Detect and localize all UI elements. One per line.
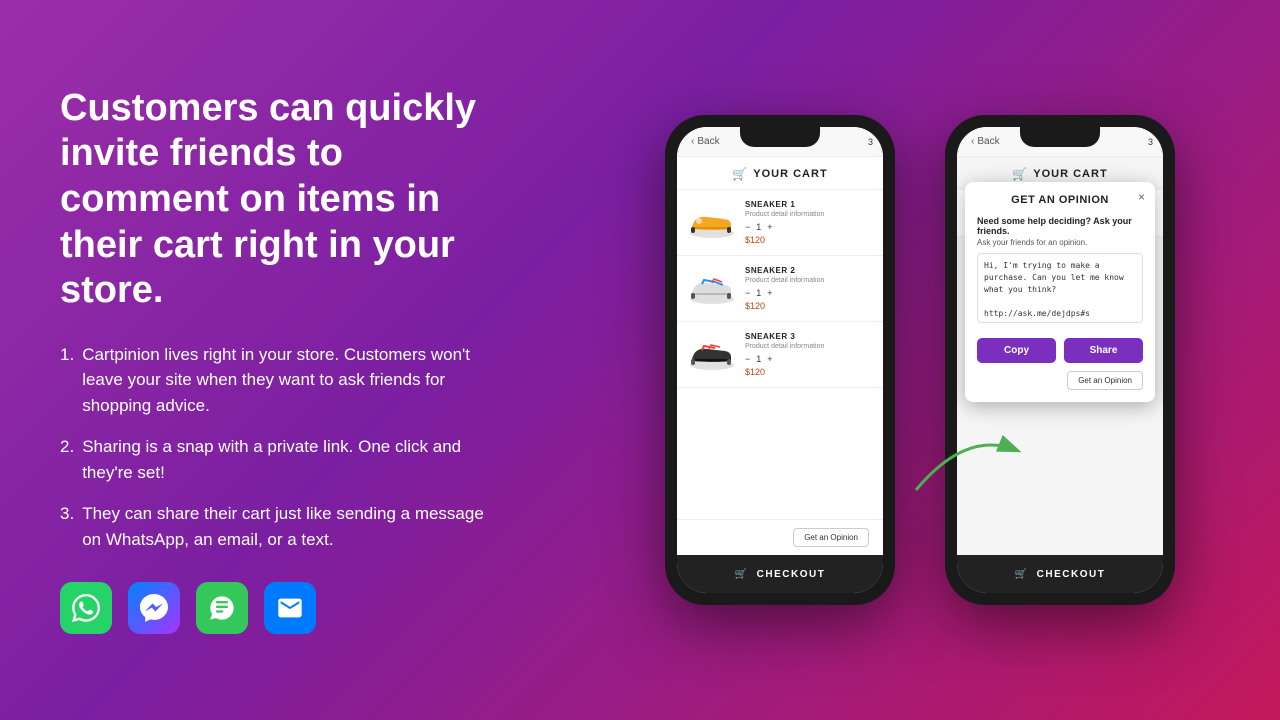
left-section: Customers can quickly invite friends to … — [0, 46, 560, 674]
messenger-icon[interactable] — [128, 582, 180, 634]
modal-help-label: Need some help deciding? Ask your friend… — [977, 216, 1143, 236]
copy-button[interactable]: Copy — [977, 338, 1056, 363]
cart-item-2: SNEAKER 2 Product detail information − 1… — [677, 256, 883, 322]
item-1-detail: Product detail information — [745, 211, 873, 218]
modal-close-button[interactable]: × — [1138, 190, 1145, 204]
get-opinion-modal-btn[interactable]: Get an Opinion — [1067, 371, 1143, 390]
checkout-cart-icon-2: 🛒 — [1015, 569, 1029, 580]
points-list: Cartpinion lives right in your store. Cu… — [60, 342, 500, 553]
item-1-qty: − 1 + — [745, 222, 873, 232]
item-1-info: SNEAKER 1 Product detail information − 1… — [745, 200, 873, 245]
qty-plus-3[interactable]: + — [767, 354, 772, 364]
phone-1-checkout-label: CHECKOUT — [757, 569, 826, 580]
phones-section: ‹ Back 3 🛒 YOUR CART — [560, 115, 1280, 605]
phone-1-cart-footer: Get an Opinion — [677, 519, 883, 555]
qty-minus-3[interactable]: − — [745, 354, 750, 364]
list-item-1-text: Cartpinion lives right in your store. Cu… — [82, 342, 500, 419]
headline: Customers can quickly invite friends to … — [60, 86, 500, 314]
item-2-name: SNEAKER 2 — [745, 266, 873, 275]
green-arrow-container — [906, 420, 1026, 505]
item-3-qty: − 1 + — [745, 354, 873, 364]
cart-item-3: SNEAKER 3 Product detail information − 1… — [677, 322, 883, 388]
item-3-info: SNEAKER 3 Product detail information − 1… — [745, 332, 873, 377]
modal-title: GET AN OPINION — [977, 194, 1143, 206]
phone-2-cart-title: 🛒 YOUR CART — [971, 167, 1149, 181]
item-3-name: SNEAKER 3 — [745, 332, 873, 341]
phone-1-checkout-bar[interactable]: 🛒 CHECKOUT — [677, 555, 883, 593]
item-3-price: $120 — [745, 367, 873, 377]
phone-1-cart-items: SNEAKER 1 Product detail information − 1… — [677, 190, 883, 519]
modal-message-textarea[interactable]: Hi, I'm trying to make a purchase. Can y… — [977, 253, 1143, 323]
qty-minus-2[interactable]: − — [745, 288, 750, 298]
checkout-cart-icon: 🛒 — [735, 569, 749, 580]
item-3-img — [687, 336, 737, 374]
phone-1: ‹ Back 3 🛒 YOUR CART — [665, 115, 895, 605]
item-2-qty: − 1 + — [745, 288, 873, 298]
whatsapp-icon[interactable] — [60, 582, 112, 634]
list-item-3-text: They can share their cart just like send… — [82, 501, 500, 552]
qty-plus-2[interactable]: + — [767, 288, 772, 298]
item-1-price: $120 — [745, 235, 873, 245]
opinion-modal: × GET AN OPINION Need some help deciding… — [965, 182, 1155, 402]
green-arrow-icon — [906, 420, 1026, 500]
item-2-img — [687, 270, 737, 308]
item-3-detail: Product detail information — [745, 343, 873, 350]
phone-1-screen: ‹ Back 3 🛒 YOUR CART — [677, 127, 883, 593]
get-opinion-button-1[interactable]: Get an Opinion — [793, 528, 869, 547]
phone-1-cart-title: 🛒 YOUR CART — [691, 167, 869, 181]
phone-1-back[interactable]: ‹ Back — [691, 136, 720, 147]
modal-buttons-row: Copy Share — [977, 338, 1143, 363]
item-2-price: $120 — [745, 301, 873, 311]
phone-2-notch — [1020, 127, 1100, 147]
cart-icon-2: 🛒 — [1012, 167, 1028, 181]
list-item-2: Sharing is a snap with a private link. O… — [60, 434, 500, 485]
phone-2-back[interactable]: ‹ Back — [971, 136, 1000, 147]
modal-sublabel: Ask your friends for an opinion. — [977, 238, 1143, 247]
qty-plus-1[interactable]: + — [767, 222, 772, 232]
list-item-2-text: Sharing is a snap with a private link. O… — [82, 434, 500, 485]
phone-2-screen: ‹ Back 3 🛒 YOUR CART SNEAKER 1 — [957, 127, 1163, 593]
list-item-1: Cartpinion lives right in your store. Cu… — [60, 342, 500, 419]
imessage-icon[interactable] — [196, 582, 248, 634]
phone-1-notch — [740, 127, 820, 147]
cart-item-1: SNEAKER 1 Product detail information − 1… — [677, 190, 883, 256]
phone-2: ‹ Back 3 🛒 YOUR CART SNEAKER 1 — [945, 115, 1175, 605]
item-1-name: SNEAKER 1 — [745, 200, 873, 209]
phone-1-status: 3 — [868, 137, 873, 147]
item-2-detail: Product detail information — [745, 277, 873, 284]
item-2-info: SNEAKER 2 Product detail information − 1… — [745, 266, 873, 311]
phone-2-checkout-bar[interactable]: 🛒 CHECKOUT — [957, 555, 1163, 593]
phone-2-status: 3 — [1148, 137, 1153, 147]
modal-get-opinion-row: Get an Opinion — [977, 371, 1143, 390]
social-icons-row — [60, 582, 500, 634]
phone-1-cart-header: 🛒 YOUR CART — [677, 157, 883, 190]
item-1-img — [687, 204, 737, 242]
qty-minus-1[interactable]: − — [745, 222, 750, 232]
mail-icon[interactable] — [264, 582, 316, 634]
cart-icon: 🛒 — [732, 167, 748, 181]
share-button[interactable]: Share — [1064, 338, 1143, 363]
phone-2-checkout-label: CHECKOUT — [1037, 569, 1106, 580]
list-item-3: They can share their cart just like send… — [60, 501, 500, 552]
